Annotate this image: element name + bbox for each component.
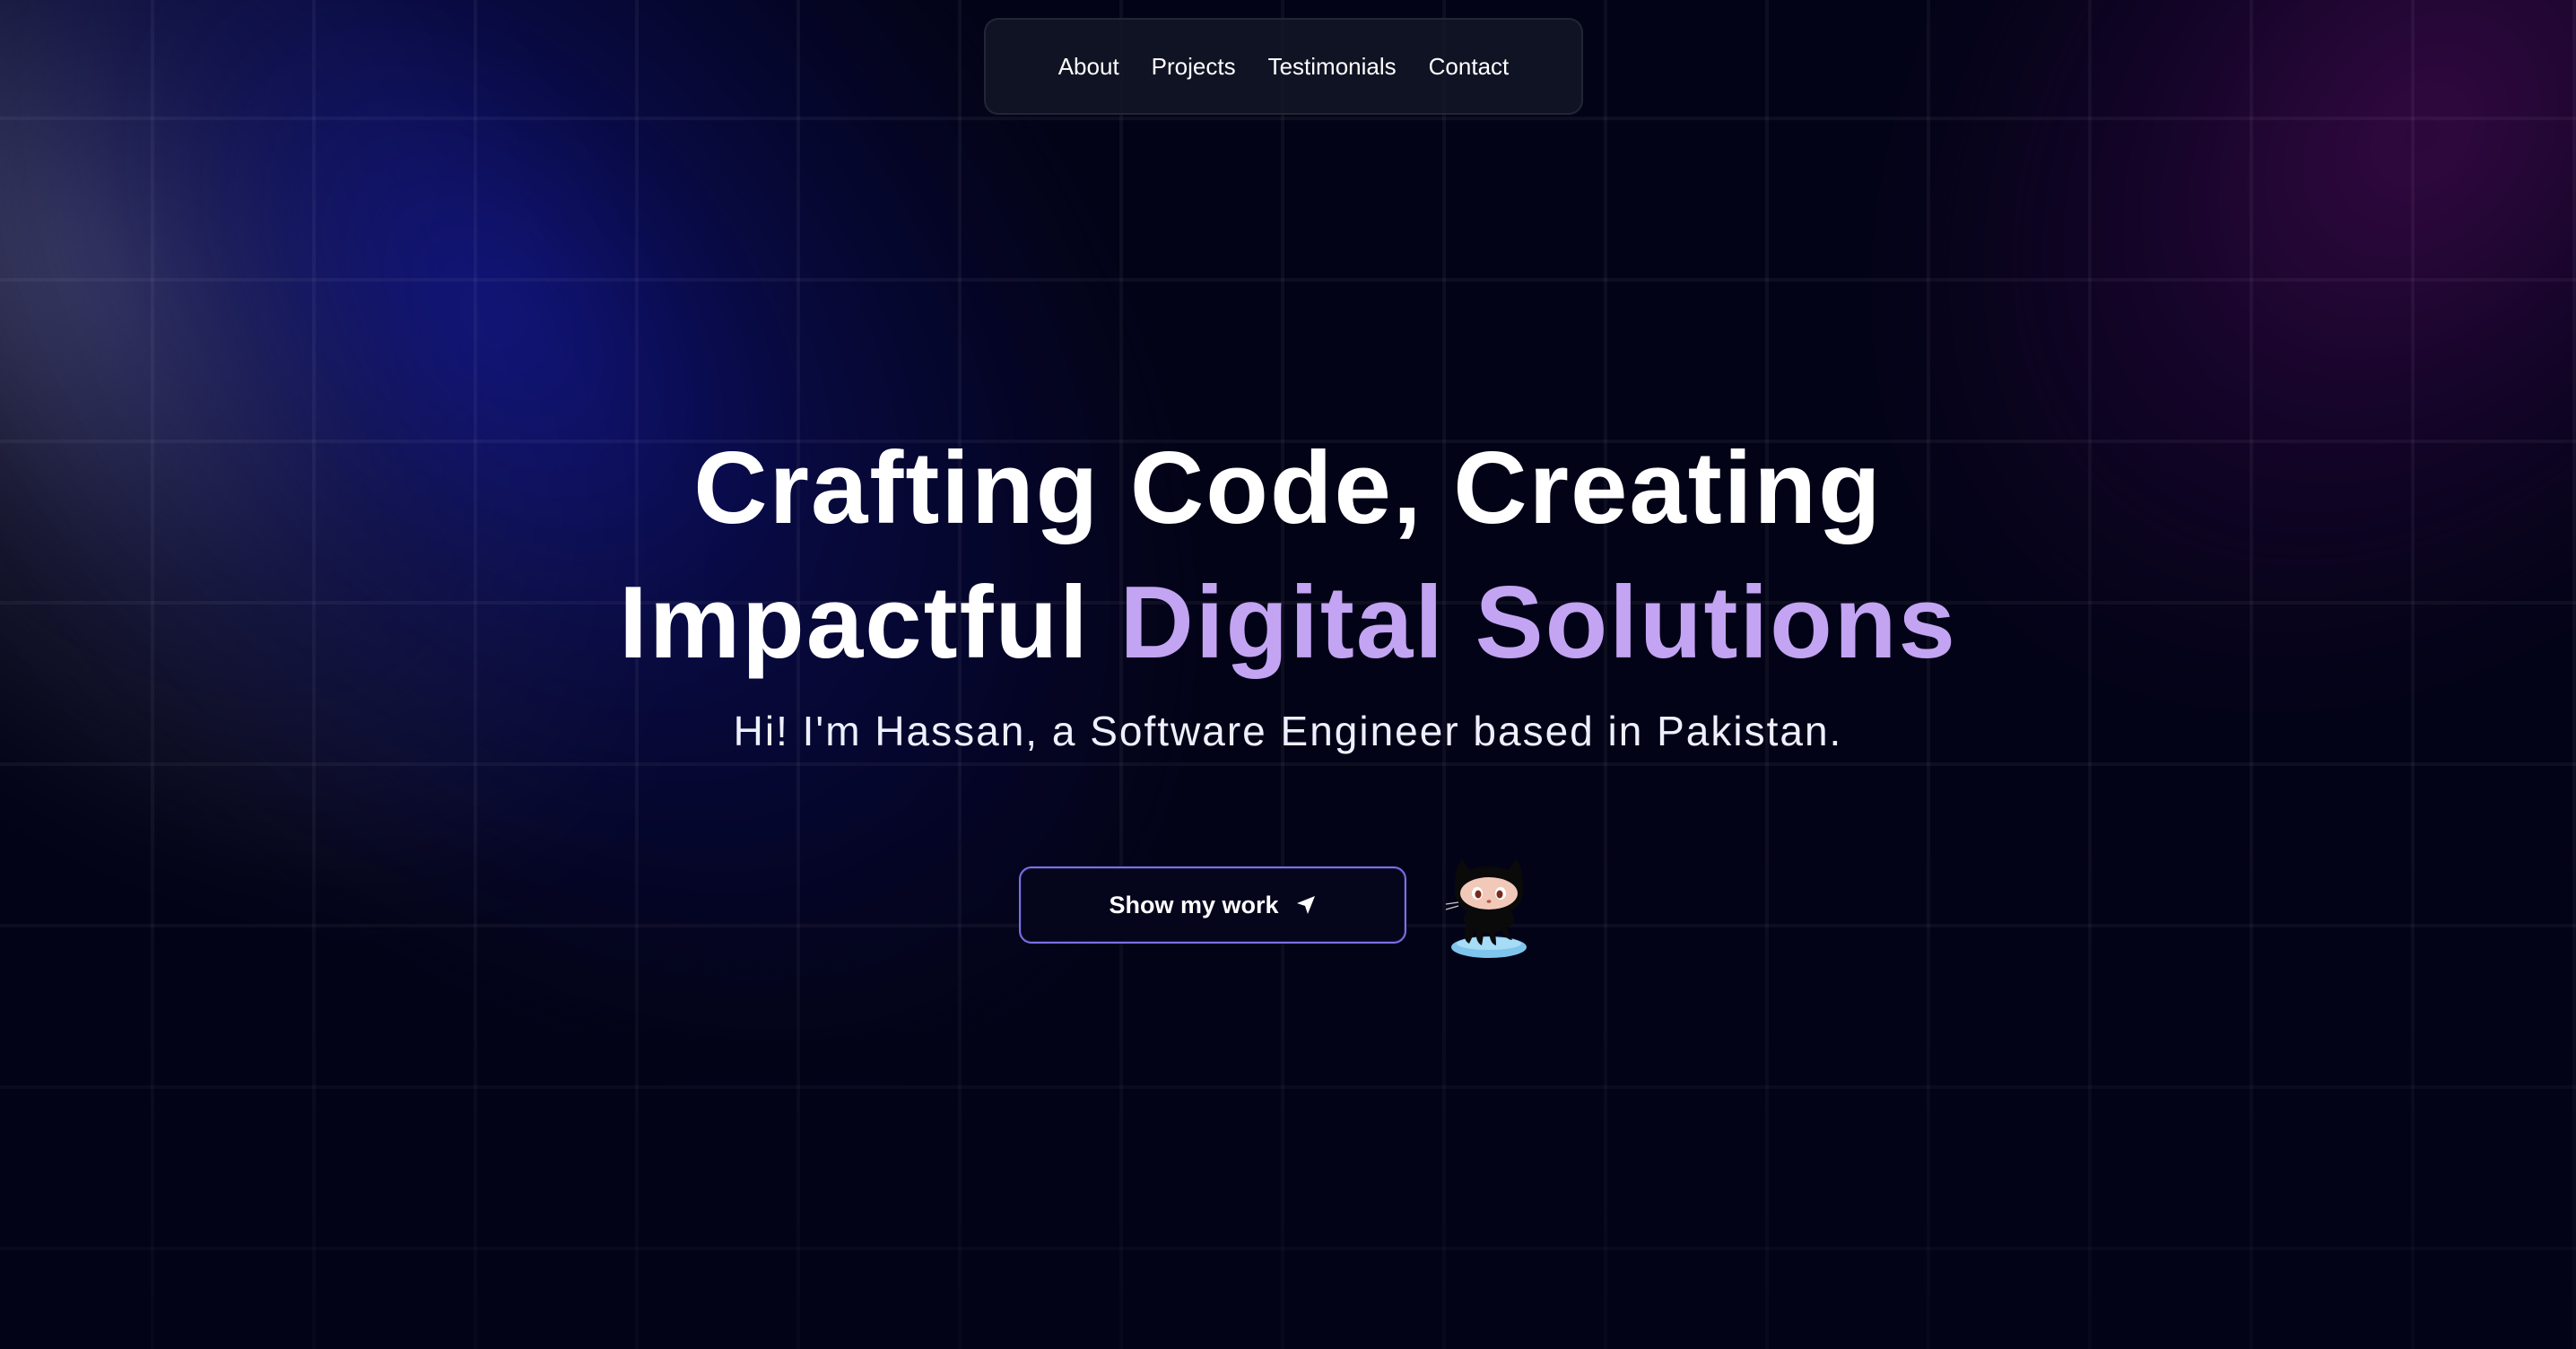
hero-subtitle: Hi! I'm Hassan, a Software Engineer base…: [733, 708, 1843, 754]
headline-line-2-plain: Impactful: [619, 566, 1090, 680]
cta-label: Show my work: [1109, 891, 1279, 918]
page: About Projects Testimonials Contact Craf…: [0, 0, 2576, 1349]
headline-accent: Digital Solutions: [1119, 566, 1957, 680]
hero-section: Crafting Code, Creating Impactful Digita…: [0, 422, 2576, 755]
send-arrow-icon: [1296, 896, 1315, 914]
nav-link-projects[interactable]: Projects: [1152, 53, 1236, 81]
headline-line-1: Crafting Code, Creating: [693, 431, 1883, 545]
octocat-mascot-icon: [1445, 859, 1527, 958]
nav-link-contact[interactable]: Contact: [1429, 53, 1510, 81]
show-my-work-button[interactable]: Show my work: [1019, 866, 1406, 944]
nav-link-testimonials[interactable]: Testimonials: [1268, 53, 1397, 81]
cta-row: Show my work: [1019, 847, 1532, 963]
hero-headline: Crafting Code, Creating Impactful Digita…: [0, 422, 2576, 691]
nav-link-about[interactable]: About: [1058, 53, 1119, 81]
top-nav: About Projects Testimonials Contact: [984, 18, 1583, 115]
